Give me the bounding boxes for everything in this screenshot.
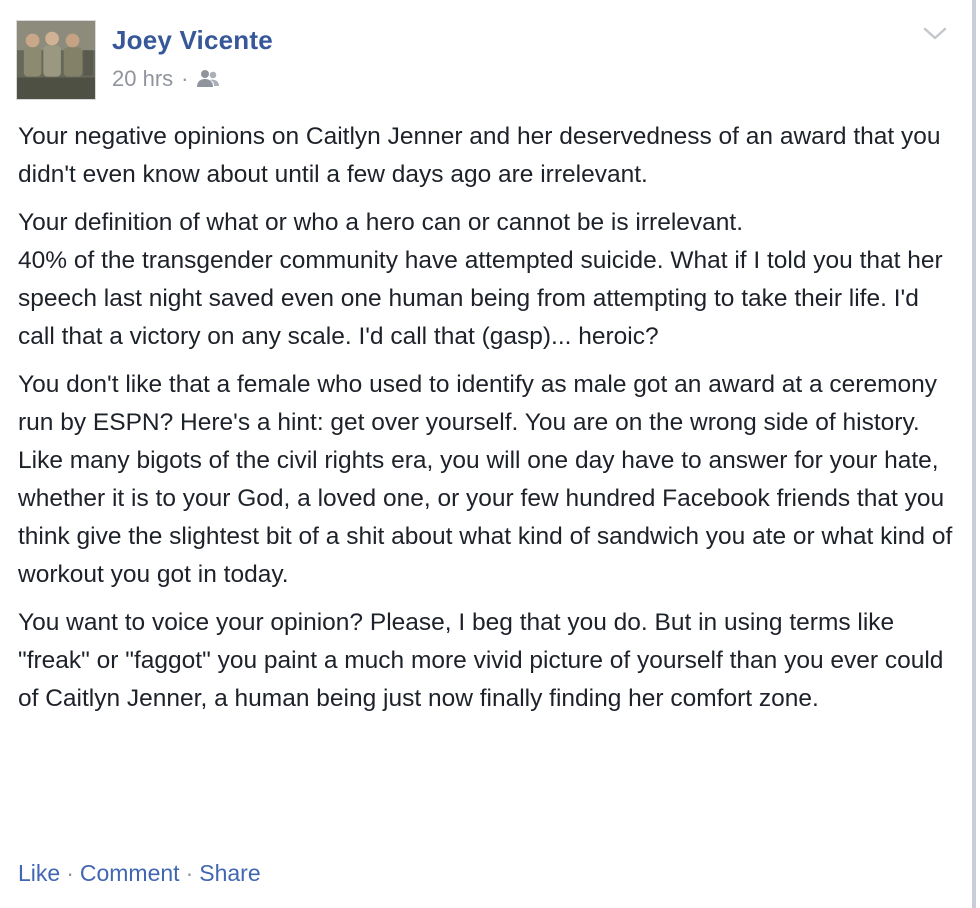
post-paragraph-4: You don't like that a female who used to… bbox=[18, 371, 953, 588]
share-link[interactable]: Share bbox=[199, 860, 260, 886]
post-paragraph-3: 40% of the transgender community have at… bbox=[18, 247, 943, 350]
post-actions: Like · Comment · Share bbox=[18, 860, 261, 887]
meta-separator: · bbox=[181, 66, 189, 91]
like-link[interactable]: Like bbox=[18, 860, 60, 886]
post-body: Your negative opinions on Caitlyn Jenner… bbox=[18, 118, 958, 728]
action-separator: · bbox=[185, 860, 194, 886]
chevron-down-icon[interactable] bbox=[922, 26, 948, 42]
friends-icon[interactable] bbox=[196, 68, 220, 90]
action-separator: · bbox=[66, 860, 74, 886]
comment-link[interactable]: Comment bbox=[80, 860, 180, 886]
author-name[interactable]: Joey Vicente bbox=[112, 25, 273, 56]
avatar[interactable] bbox=[16, 20, 96, 100]
post-paragraph-1: Your negative opinions on Caitlyn Jenner… bbox=[18, 123, 941, 188]
avatar-photo bbox=[17, 21, 95, 99]
facebook-post: Joey Vicente 20 hrs · Your negative opin… bbox=[0, 0, 976, 908]
post-timestamp[interactable]: 20 hrs bbox=[112, 66, 173, 92]
post-paragraph-5: You want to voice your opinion? Please, … bbox=[18, 609, 944, 712]
post-paragraph-2: Your definition of what or who a hero ca… bbox=[18, 209, 743, 236]
post-meta: 20 hrs · bbox=[112, 66, 220, 92]
